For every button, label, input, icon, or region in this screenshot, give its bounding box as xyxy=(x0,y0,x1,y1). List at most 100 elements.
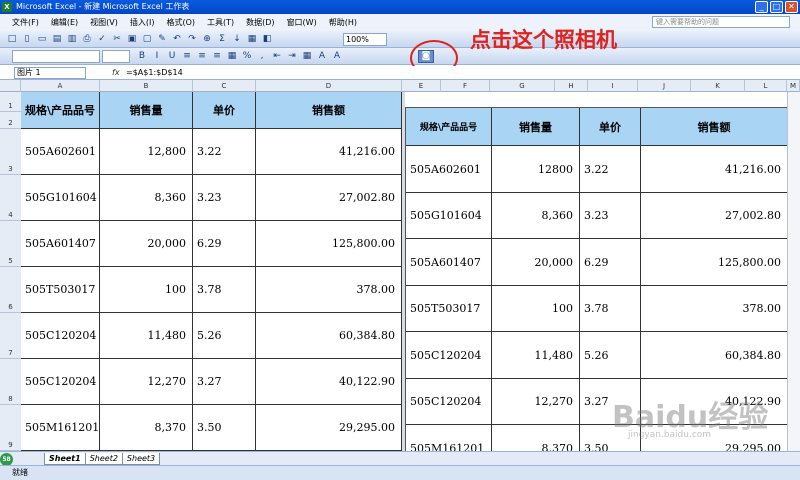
maximize-button[interactable]: □ xyxy=(770,1,783,13)
underline-icon[interactable]: U xyxy=(166,50,178,62)
sheet-tab[interactable]: Sheet1 xyxy=(44,453,86,465)
row-header[interactable]: 7 xyxy=(0,313,21,359)
row-header[interactable]: 3 xyxy=(0,129,21,175)
table-cell[interactable]: 60,384.80 xyxy=(256,313,402,359)
align-right-icon[interactable]: ≡ xyxy=(211,50,223,62)
column-header[interactable]: A xyxy=(21,80,100,92)
menu-item[interactable]: 帮助(H) xyxy=(329,14,357,31)
menu-item[interactable]: 格式(O) xyxy=(166,14,195,31)
table-cell[interactable]: 11,480 xyxy=(100,313,193,359)
column-header[interactable]: B xyxy=(100,80,193,92)
column-header[interactable]: I xyxy=(588,80,638,92)
table-cell[interactable]: 27,002.80 xyxy=(256,175,402,221)
table-header-cell[interactable]: 规格\产品品号 xyxy=(21,92,100,129)
column-header[interactable]: C xyxy=(193,80,256,92)
row-header[interactable]: 5 xyxy=(0,221,21,267)
column-header[interactable]: K xyxy=(691,80,745,92)
table-cell[interactable]: 505G101604 xyxy=(21,175,100,221)
menu-item[interactable]: 窗口(W) xyxy=(287,14,317,31)
percent-icon[interactable]: % xyxy=(241,50,253,62)
align-center-icon[interactable]: ≡ xyxy=(196,50,208,62)
merge-icon[interactable]: ▦ xyxy=(226,50,238,62)
sheet-tab[interactable]: Sheet2 xyxy=(84,453,123,465)
table-cell[interactable]: 40,122.90 xyxy=(256,359,402,405)
column-header[interactable]: D xyxy=(256,80,402,92)
format-painter-icon[interactable]: ✎ xyxy=(156,33,168,45)
formula-input[interactable]: =$A$1:$D$14 xyxy=(126,66,183,79)
table-header-cell[interactable]: 销售额 xyxy=(256,92,402,129)
new-icon[interactable]: □ xyxy=(6,33,18,45)
table-cell[interactable]: 125,800.00 xyxy=(256,221,402,267)
table-cell[interactable]: 3.50 xyxy=(193,405,256,451)
sheet-tab[interactable]: Sheet3 xyxy=(121,453,161,465)
copy-icon[interactable]: ▣ xyxy=(126,33,138,45)
select-all-corner[interactable] xyxy=(0,80,21,92)
font-size-select[interactable] xyxy=(102,50,130,63)
table-cell[interactable]: 5.26 xyxy=(193,313,256,359)
row-header[interactable]: 9 xyxy=(0,405,21,451)
column-header[interactable]: H xyxy=(555,80,588,92)
sort-icon[interactable]: ↓ xyxy=(231,33,243,45)
table-cell[interactable]: 3.22 xyxy=(193,129,256,175)
table-cell[interactable]: 3.27 xyxy=(193,359,256,405)
align-left-icon[interactable]: ≡ xyxy=(181,50,193,62)
hyperlink-icon[interactable]: ⊕ xyxy=(201,33,213,45)
menu-item[interactable]: 视图(V) xyxy=(90,14,118,31)
table-cell[interactable]: 505M161201 xyxy=(21,405,100,451)
table-cell[interactable]: 12,800 xyxy=(100,129,193,175)
table-header-cell[interactable]: 销售量 xyxy=(100,92,193,129)
font-color-icon[interactable]: A xyxy=(331,50,343,62)
print-icon[interactable]: ⎙ xyxy=(81,33,93,45)
increase-indent-icon[interactable]: ⇥ xyxy=(286,50,298,62)
column-header[interactable]: E xyxy=(402,80,441,92)
paste-icon[interactable]: ▢ xyxy=(141,33,153,45)
fx-icon[interactable]: fx xyxy=(112,66,120,79)
table-cell[interactable]: 100 xyxy=(100,267,193,313)
font-name-select[interactable] xyxy=(12,50,100,63)
row-header[interactable]: 4 xyxy=(0,175,21,221)
comma-icon[interactable]: , xyxy=(256,50,268,62)
menu-item[interactable]: 插入(I) xyxy=(130,14,155,31)
menu-item[interactable]: 文件(F) xyxy=(12,14,39,31)
help-search-input[interactable]: 键入需要帮助的问题 xyxy=(652,16,790,28)
name-box[interactable]: 图片 1 xyxy=(14,67,86,79)
email-icon[interactable]: ▥ xyxy=(66,33,78,45)
autosum-icon[interactable]: Σ xyxy=(216,33,228,45)
table-cell[interactable]: 505A602601 xyxy=(21,129,100,175)
borders-icon[interactable]: ▦ xyxy=(301,50,313,62)
zoom-select[interactable]: 100% xyxy=(343,33,387,46)
column-header[interactable]: L xyxy=(745,80,787,92)
column-header[interactable]: F xyxy=(441,80,490,92)
redo-icon[interactable]: ↷ xyxy=(186,33,198,45)
row-header[interactable]: 8 xyxy=(0,359,21,405)
table-cell[interactable]: 41,216.00 xyxy=(256,129,402,175)
menu-item[interactable]: 工具(T) xyxy=(207,14,234,31)
chart-icon[interactable]: ▦ xyxy=(246,33,258,45)
row-header[interactable]: 2 xyxy=(0,112,21,129)
table-cell[interactable]: 378.00 xyxy=(256,267,402,313)
open-icon[interactable]: ▯ xyxy=(21,33,33,45)
decrease-indent-icon[interactable]: ⇤ xyxy=(271,50,283,62)
bold-icon[interactable]: B xyxy=(136,50,148,62)
table-cell[interactable]: 6.29 xyxy=(193,221,256,267)
table-cell[interactable]: 12,270 xyxy=(100,359,193,405)
table-cell[interactable]: 8,360 xyxy=(100,175,193,221)
table-cell[interactable]: 505T503017 xyxy=(21,267,100,313)
minimize-button[interactable]: _ xyxy=(755,1,768,13)
column-header[interactable]: J xyxy=(638,80,691,92)
table-cell[interactable]: 8,370 xyxy=(100,405,193,451)
table-cell[interactable]: 29,295.00 xyxy=(256,405,402,451)
table-cell[interactable]: 505A601407 xyxy=(21,221,100,267)
close-button[interactable]: ✕ xyxy=(785,1,798,13)
save-icon[interactable]: ▭ xyxy=(36,33,48,45)
menu-item[interactable]: 数据(D) xyxy=(246,14,274,31)
table-cell[interactable]: 3.23 xyxy=(193,175,256,221)
italic-icon[interactable]: I xyxy=(151,50,163,62)
cut-icon[interactable]: ✂ xyxy=(111,33,123,45)
spelling-icon[interactable]: ✓ xyxy=(96,33,108,45)
menu-item[interactable]: 编辑(E) xyxy=(51,14,78,31)
fill-color-icon[interactable]: A xyxy=(316,50,328,62)
permission-icon[interactable]: ▤ xyxy=(51,33,63,45)
table-cell[interactable]: 505C120204 xyxy=(21,359,100,405)
row-header[interactable]: 6 xyxy=(0,267,21,313)
